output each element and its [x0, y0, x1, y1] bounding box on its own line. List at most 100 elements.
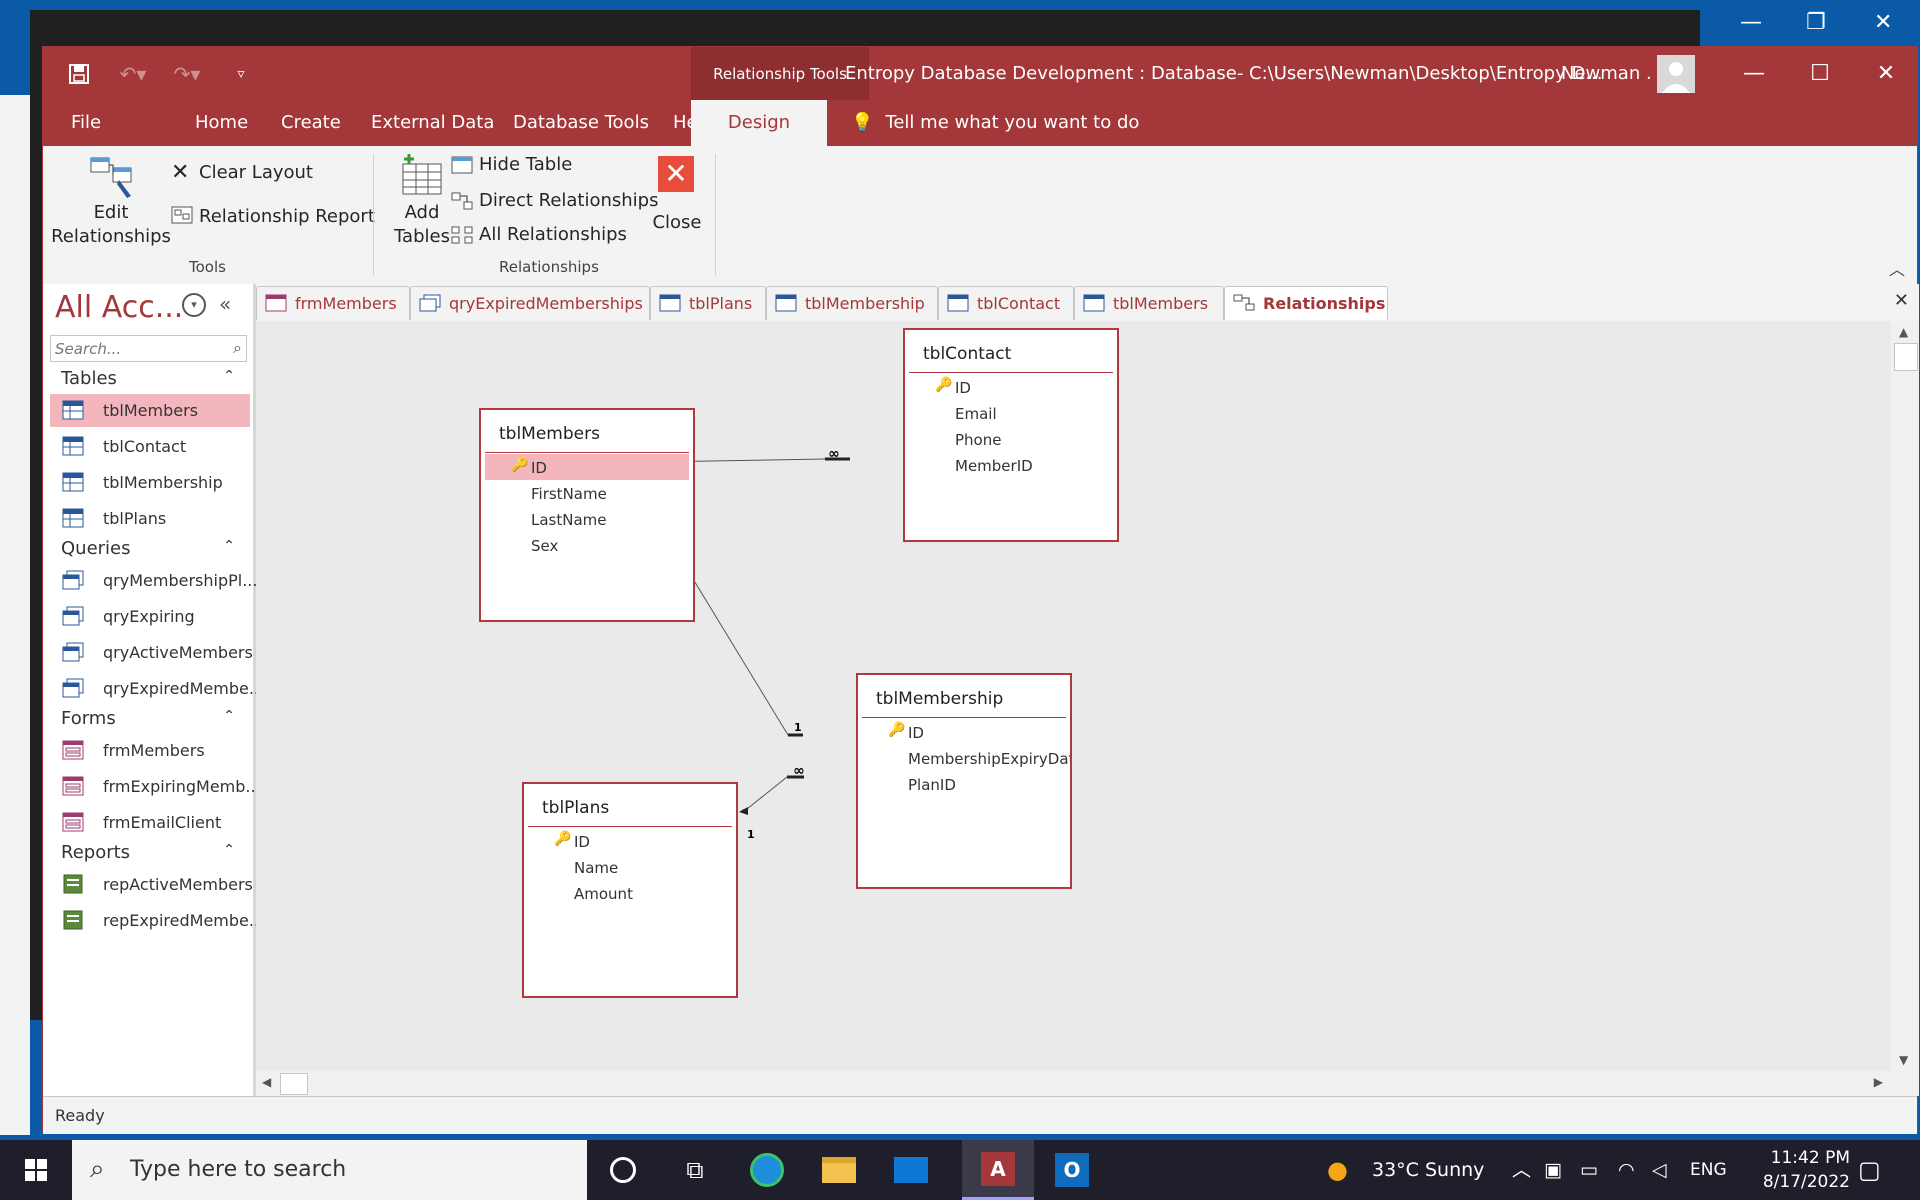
scroll-left-icon[interactable]: ◀ — [262, 1075, 271, 1089]
meet-now-icon[interactable]: ▣ — [1544, 1140, 1562, 1200]
scroll-right-icon[interactable]: ▶ — [1874, 1075, 1883, 1089]
background-minimize-icon[interactable]: — — [1740, 10, 1762, 35]
background-restore-icon[interactable]: ❐ — [1806, 10, 1826, 35]
nav-item-form[interactable]: frmEmailClient — [50, 806, 250, 839]
table-box-tblcontact[interactable]: tblContact 🔑 ID Email Phone MemberID — [903, 328, 1119, 542]
nav-item-query[interactable]: qryExpiredMembe... — [50, 672, 264, 705]
tab-file[interactable]: File — [55, 100, 117, 146]
taskbar-search-box[interactable]: ⌕ Type here to search — [72, 1140, 587, 1200]
field-row[interactable]: 🔑 ID — [528, 828, 732, 854]
nav-item-tblmembership[interactable]: tblMembership — [50, 466, 250, 499]
field-row[interactable]: 🔑 ID — [909, 374, 1113, 400]
clear-layout-button[interactable]: ✕ Clear Layout — [171, 158, 313, 188]
access-taskbar-icon[interactable]: A — [962, 1140, 1034, 1200]
field-row[interactable]: 🔑 ID — [862, 719, 1066, 745]
horizontal-scroll-thumb[interactable] — [280, 1073, 308, 1095]
nav-search-box[interactable]: ⌕ — [50, 335, 247, 362]
direct-relationships-button[interactable]: Direct Relationships — [451, 186, 659, 216]
tab-tblmembers[interactable]: tblMembers — [1074, 286, 1224, 320]
table-box-tblmembership[interactable]: tblMembership 🔑 ID MembershipExpiryDate P… — [856, 673, 1072, 889]
nav-group-reports[interactable]: Reports ⌃ — [61, 842, 241, 863]
tab-external-data[interactable]: External Data — [355, 100, 510, 146]
task-view-icon[interactable]: ⧉ — [659, 1140, 731, 1200]
tab-frmmembers[interactable]: frmMembers — [256, 286, 410, 320]
wifi-icon[interactable]: ◠ — [1618, 1140, 1635, 1200]
vertical-scroll-thumb[interactable] — [1894, 343, 1918, 371]
clock[interactable]: 11:42 PM 8/17/2022 — [1740, 1146, 1850, 1194]
tab-tblplans[interactable]: tblPlans — [650, 286, 766, 320]
file-explorer-icon[interactable] — [803, 1140, 875, 1200]
scroll-down-icon[interactable]: ▼ — [1899, 1053, 1908, 1067]
edge-icon[interactable] — [731, 1140, 803, 1200]
search-icon[interactable]: ⌕ — [233, 338, 242, 358]
maximize-icon[interactable]: ☐ — [1787, 47, 1853, 100]
close-document-icon[interactable]: ✕ — [1894, 290, 1909, 311]
field-row[interactable]: Name — [528, 854, 732, 880]
hide-table-button[interactable]: Hide Table — [451, 150, 591, 180]
tab-tblcontact[interactable]: tblContact — [938, 286, 1074, 320]
close-window-icon[interactable]: ✕ — [1853, 47, 1919, 100]
nav-item-query[interactable]: qryActiveMembers — [50, 636, 253, 669]
field-row[interactable]: 🔑 ID — [485, 454, 689, 480]
nav-item-tblplans[interactable]: tblPlans — [50, 502, 250, 535]
close-button[interactable]: ✕ Close — [647, 152, 707, 262]
field-row[interactable]: FirstName — [485, 480, 689, 506]
nav-item-report[interactable]: repActiveMembers — [50, 868, 253, 901]
nav-menu-dropdown-icon[interactable]: ▾ — [182, 293, 206, 317]
nav-item-form[interactable]: frmMembers — [50, 734, 250, 767]
nav-item-query[interactable]: qryMembershipPl... — [50, 564, 257, 597]
field-row[interactable]: Phone — [909, 426, 1113, 452]
nav-title[interactable]: All Acc... — [55, 290, 183, 325]
nav-search-input[interactable] — [51, 336, 217, 362]
field-row[interactable]: Sex — [485, 532, 689, 558]
field-row[interactable]: Email — [909, 400, 1113, 426]
table-box-tblmembers[interactable]: tblMembers 🔑 ID FirstName LastName Sex — [479, 408, 695, 622]
redo-icon[interactable]: ↷▾ — [169, 56, 205, 92]
avatar[interactable] — [1657, 55, 1695, 93]
volume-icon[interactable]: ◁ — [1652, 1140, 1667, 1200]
all-relationships-button[interactable]: All Relationships — [451, 220, 631, 250]
field-row[interactable]: PlanID — [862, 771, 1066, 797]
tab-database-tools[interactable]: Database Tools — [497, 100, 665, 146]
show-hidden-icons[interactable]: ︿ — [1512, 1140, 1531, 1200]
battery-icon[interactable]: ▭ — [1580, 1140, 1598, 1200]
tab-design[interactable]: Design — [691, 100, 827, 146]
tab-create[interactable]: Create — [265, 100, 357, 146]
mail-icon[interactable] — [875, 1140, 947, 1200]
background-close-icon[interactable]: ✕ — [1874, 10, 1892, 35]
shutter-bar-close-icon[interactable]: « — [219, 292, 231, 316]
field-row[interactable]: MemberID — [909, 452, 1113, 478]
language-indicator[interactable]: ENG — [1690, 1140, 1727, 1200]
minimize-icon[interactable]: — — [1721, 47, 1787, 100]
user-name[interactable]: Newman . — [1561, 47, 1652, 100]
outlook-icon[interactable]: O — [1036, 1140, 1108, 1200]
scroll-up-icon[interactable]: ▲ — [1899, 325, 1908, 339]
windows-start-icon[interactable] — [0, 1140, 72, 1200]
notifications-icon[interactable]: ▢ — [1858, 1140, 1881, 1200]
weather-text[interactable]: 33°C Sunny — [1372, 1140, 1484, 1200]
nav-item-tblcontact[interactable]: tblContact — [50, 430, 250, 463]
tab-relationships[interactable]: Relationships — [1224, 286, 1388, 320]
nav-group-tables[interactable]: Tables ⌃ — [61, 368, 241, 389]
field-row[interactable]: LastName — [485, 506, 689, 532]
field-row[interactable]: MembershipExpiryDate — [862, 745, 1070, 771]
field-row[interactable]: Amount — [528, 880, 732, 906]
nav-item-report[interactable]: repExpiredMembe... — [50, 904, 264, 937]
nav-item-query[interactable]: qryExpiring — [50, 600, 250, 633]
vertical-scrollbar[interactable]: ▲ ▼ — [1891, 321, 1919, 1071]
tab-home[interactable]: Home — [179, 100, 264, 146]
add-tables-button[interactable]: Add Tables — [387, 152, 457, 262]
tab-qryexpiredmemberships[interactable]: qryExpiredMemberships — [410, 286, 650, 320]
tell-me-search[interactable]: 💡 Tell me what you want to do — [851, 100, 1139, 146]
undo-icon[interactable]: ↶▾ — [115, 56, 151, 92]
horizontal-scrollbar[interactable]: ◀ ▶ — [256, 1071, 1919, 1096]
tab-tblmembership[interactable]: tblMembership — [766, 286, 938, 320]
nav-item-form[interactable]: frmExpiringMemb... — [50, 770, 261, 803]
save-icon[interactable] — [61, 56, 97, 92]
customize-toolbar-icon[interactable]: ▿ — [223, 56, 259, 92]
cortana-icon[interactable] — [587, 1140, 659, 1200]
edit-relationships-button[interactable]: Edit Relationships — [51, 152, 171, 262]
nav-group-queries[interactable]: Queries ⌃ — [61, 538, 241, 559]
nav-item-tblmembers[interactable]: tblMembers — [50, 394, 250, 427]
relationship-report-button[interactable]: Relationship Report — [171, 202, 375, 232]
